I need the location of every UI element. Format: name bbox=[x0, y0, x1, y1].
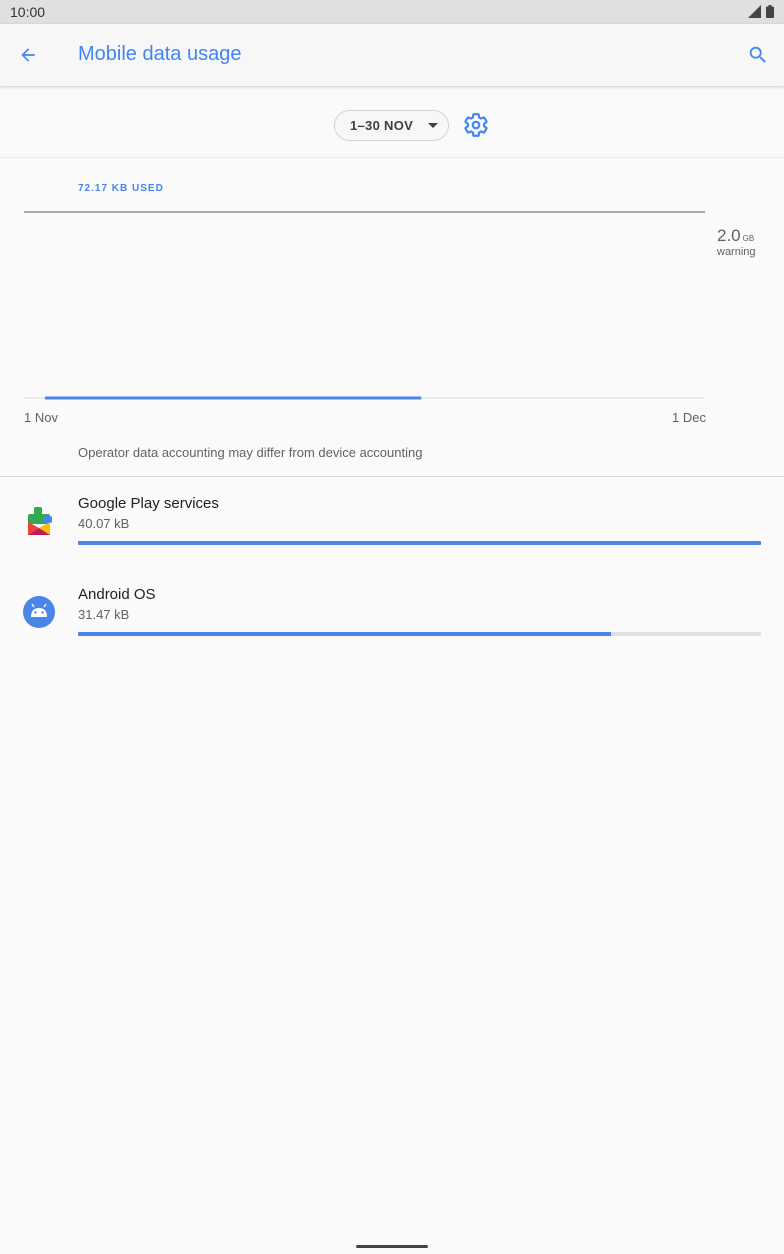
cycle-dropdown[interactable]: 1–30 NOV bbox=[334, 110, 449, 141]
app-name: Google Play services bbox=[78, 495, 219, 512]
usage-bar-fill bbox=[78, 541, 761, 545]
app-usage: 40.07 kB bbox=[78, 516, 130, 531]
list-item-android-os[interactable]: Android OS 31.47 kB bbox=[0, 577, 784, 657]
axis-end-label: 1 Dec bbox=[672, 410, 706, 425]
app-usage: 31.47 kB bbox=[78, 607, 130, 622]
usage-bar bbox=[78, 632, 761, 636]
warning-caption: warning bbox=[717, 246, 756, 258]
app-name: Android OS bbox=[78, 586, 156, 603]
usage-bar bbox=[78, 541, 761, 545]
usage-chart bbox=[24, 211, 705, 400]
android-os-icon bbox=[23, 596, 55, 628]
battery-icon bbox=[766, 5, 774, 18]
search-button[interactable] bbox=[744, 41, 772, 69]
status-icons bbox=[748, 5, 774, 18]
axis-start-label: 1 Nov bbox=[24, 410, 58, 425]
back-button[interactable] bbox=[14, 41, 42, 69]
status-bar: 10:00 bbox=[0, 0, 784, 24]
warning-limit-unit: GB bbox=[742, 234, 755, 243]
nav-handle[interactable] bbox=[356, 1245, 428, 1248]
usage-bar-fill bbox=[78, 632, 611, 636]
status-time: 10:00 bbox=[10, 4, 46, 20]
cycle-label: 1–30 NOV bbox=[350, 118, 414, 133]
warning-limit-value: 2.0 bbox=[717, 226, 741, 245]
cycle-row: 1–30 NOV bbox=[0, 86, 784, 158]
list-item-google-play-services[interactable]: Google Play services 40.07 kB bbox=[0, 486, 784, 566]
section-divider bbox=[0, 476, 784, 477]
arrow-drop-down-icon bbox=[428, 123, 438, 128]
arrow-back-icon bbox=[21, 48, 35, 62]
gear-icon[interactable] bbox=[463, 112, 489, 138]
disclaimer-text: Operator data accounting may differ from… bbox=[78, 445, 423, 460]
warning-limit: 2.0 GB bbox=[717, 226, 754, 246]
page-title: Mobile data usage bbox=[78, 43, 242, 65]
cell-signal-icon bbox=[748, 5, 761, 18]
app-bar: Mobile data usage bbox=[0, 24, 784, 86]
search-icon bbox=[749, 46, 766, 63]
google-play-services-icon bbox=[28, 507, 52, 535]
